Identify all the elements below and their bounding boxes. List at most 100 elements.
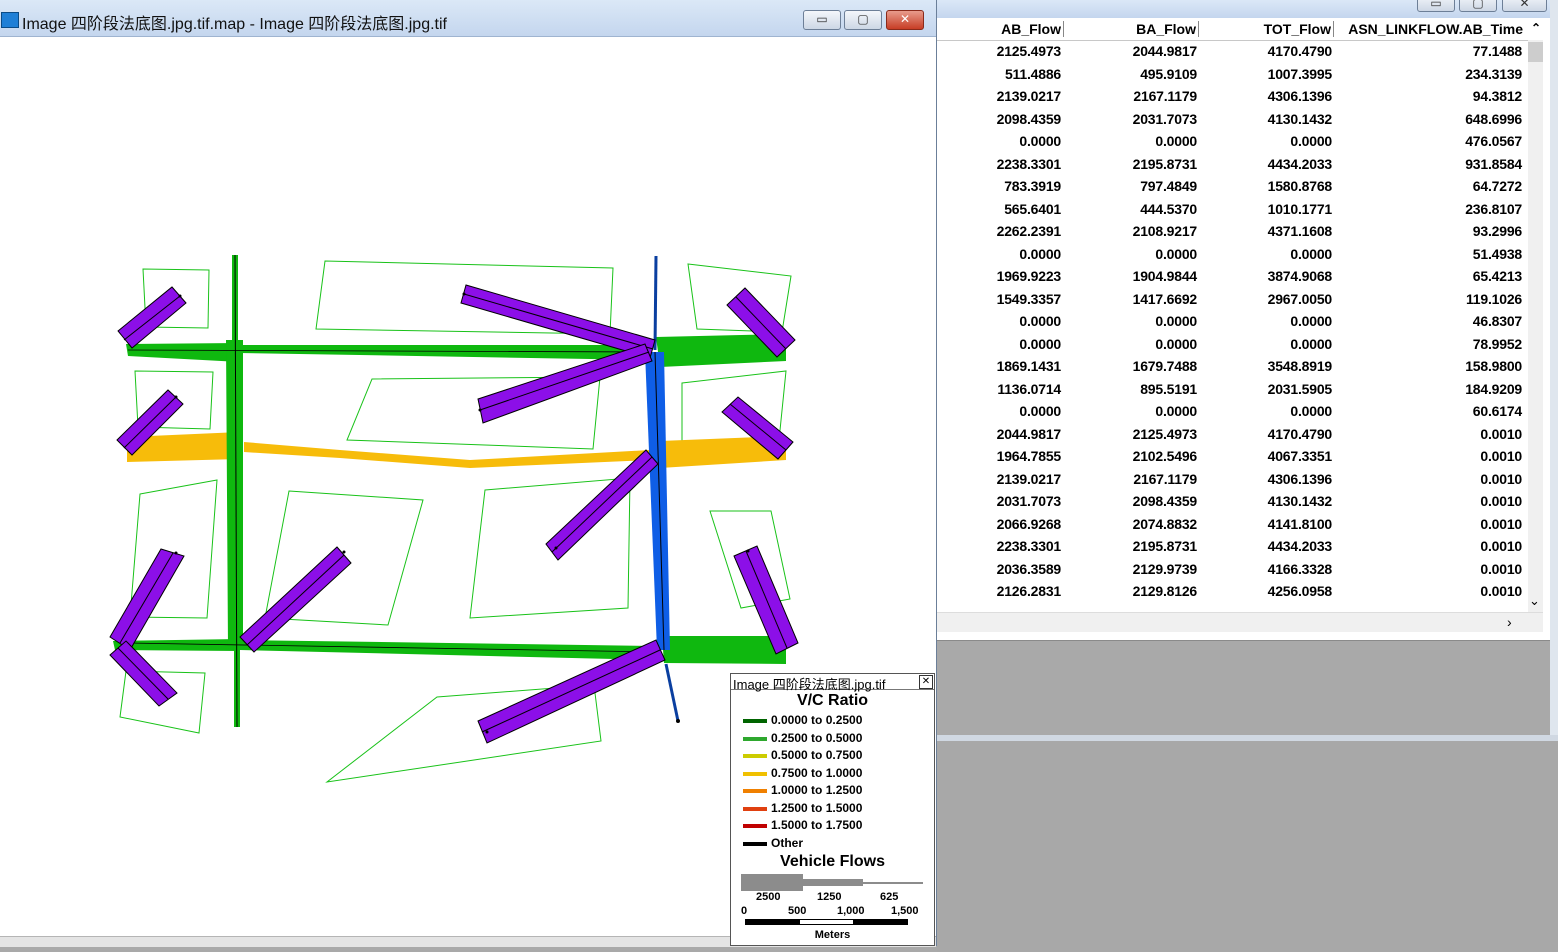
table-cell[interactable]: 931.8584 xyxy=(1402,156,1522,172)
table-cell[interactable]: 2139.0217 xyxy=(941,88,1062,104)
table-row[interactable]: 0.0000 0.0000 0.0000 51.4938 xyxy=(937,244,1543,267)
table-cell[interactable]: 2031.7073 xyxy=(941,493,1062,509)
table-row[interactable]: 2262.2391 2108.9217 4371.1608 93.2996 xyxy=(937,221,1543,244)
table-row[interactable]: 2139.0217 2167.1179 4306.1396 0.0010 xyxy=(937,469,1543,492)
table-cell[interactable]: 2031.7073 xyxy=(1077,111,1198,127)
table-row[interactable]: 2066.9268 2074.8832 4141.8100 0.0010 xyxy=(937,514,1543,537)
column-header[interactable]: ASN_LINKFLOW.AB_Time xyxy=(1335,21,1523,37)
table-row[interactable]: 0.0000 0.0000 0.0000 78.9952 xyxy=(937,334,1543,357)
table-cell[interactable]: 1869.1431 xyxy=(941,358,1062,374)
table-cell[interactable]: 0.0010 xyxy=(1402,516,1522,532)
table-cell[interactable]: 4130.1432 xyxy=(1212,493,1333,509)
scroll-down-icon[interactable]: ⌄ xyxy=(1529,593,1540,609)
table-cell[interactable]: 4166.3328 xyxy=(1212,561,1333,577)
table-cell[interactable]: 0.0010 xyxy=(1402,561,1522,577)
table-cell[interactable]: 565.6401 xyxy=(941,201,1061,217)
table-cell[interactable]: 2036.3589 xyxy=(941,561,1062,577)
table-cell[interactable]: 2098.4359 xyxy=(1077,493,1198,509)
table-cell[interactable]: 2195.8731 xyxy=(1077,156,1198,172)
table-cell[interactable]: 0.0000 xyxy=(1212,403,1332,419)
table-cell[interactable]: 444.5370 xyxy=(1077,201,1197,217)
scrollbar-thumb[interactable] xyxy=(1528,42,1543,62)
legend-titlebar[interactable]: Image 四阶段法底图.jpg.tif ✕ xyxy=(731,674,934,692)
table-cell[interactable]: 0.0000 xyxy=(1077,403,1197,419)
table-row[interactable]: 565.6401 444.5370 1010.1771 236.8107 xyxy=(937,199,1543,222)
table-cell[interactable]: 511.4886 xyxy=(941,66,1061,82)
table-row[interactable]: 1969.9223 1904.9844 3874.9068 65.4213 xyxy=(937,266,1543,289)
road-green[interactable] xyxy=(113,254,786,728)
table-cell[interactable]: 2098.4359 xyxy=(941,111,1062,127)
table-row[interactable]: 1549.3357 1417.6692 2967.0050 119.1026 xyxy=(937,289,1543,312)
table-cell[interactable]: 1549.3357 xyxy=(941,291,1062,307)
table-cell[interactable]: 0.0010 xyxy=(1402,583,1522,599)
vertical-scrollbar[interactable] xyxy=(1528,40,1543,612)
table-cell[interactable]: 0.0000 xyxy=(941,246,1061,262)
scroll-up-icon[interactable]: ⌃ xyxy=(1527,21,1541,35)
table-cell[interactable]: 0.0000 xyxy=(1212,133,1332,149)
table-cell[interactable]: 2238.3301 xyxy=(941,538,1062,554)
table-cell[interactable]: 60.6174 xyxy=(1402,403,1522,419)
table-cell[interactable]: 3548.8919 xyxy=(1212,358,1333,374)
table-cell[interactable]: 2129.8126 xyxy=(1077,583,1198,599)
table-cell[interactable]: 2126.2831 xyxy=(941,583,1062,599)
table-cell[interactable]: 1007.3995 xyxy=(1212,66,1333,82)
table-cell[interactable]: 476.0567 xyxy=(1402,133,1522,149)
table-cell[interactable]: 236.8107 xyxy=(1402,201,1522,217)
table-row[interactable]: 783.3919 797.4849 1580.8768 64.7272 xyxy=(937,176,1543,199)
table-cell[interactable]: 4434.2033 xyxy=(1212,538,1333,554)
table-cell[interactable]: 94.3812 xyxy=(1402,88,1522,104)
table-cell[interactable]: 0.0000 xyxy=(1077,246,1197,262)
table-row[interactable]: 1136.0714 895.5191 2031.5905 184.9209 xyxy=(937,379,1543,402)
table-cell[interactable]: 77.1488 xyxy=(1402,43,1522,59)
table-cell[interactable]: 2238.3301 xyxy=(941,156,1062,172)
table-cell[interactable]: 0.0000 xyxy=(1077,313,1197,329)
table-cell[interactable]: 0.0000 xyxy=(1077,133,1197,149)
table-cell[interactable]: 1964.7855 xyxy=(941,448,1062,464)
table-cell[interactable]: 234.3139 xyxy=(1402,66,1522,82)
table-cell[interactable]: 2066.9268 xyxy=(941,516,1062,532)
table-cell[interactable]: 0.0000 xyxy=(941,133,1061,149)
table-row[interactable]: 2139.0217 2167.1179 4306.1396 94.3812 xyxy=(937,86,1543,109)
horizontal-scrollbar[interactable]: › xyxy=(937,612,1543,633)
minimize-button[interactable]: ▭ xyxy=(803,10,841,30)
table-cell[interactable]: 2108.9217 xyxy=(1077,223,1198,239)
column-header[interactable]: AB_Flow xyxy=(937,21,1064,37)
table-cell[interactable]: 0.0010 xyxy=(1402,448,1522,464)
table-cell[interactable]: 648.6996 xyxy=(1402,111,1522,127)
close-button[interactable]: ✕ xyxy=(886,10,924,30)
table-cell[interactable]: 2102.5496 xyxy=(1077,448,1198,464)
maximize-button[interactable]: ▢ xyxy=(844,10,882,30)
table-cell[interactable]: 1904.9844 xyxy=(1077,268,1198,284)
table-cell[interactable]: 184.9209 xyxy=(1402,381,1522,397)
table-cell[interactable]: 797.4849 xyxy=(1077,178,1197,194)
table-cell[interactable]: 78.9952 xyxy=(1402,336,1522,352)
legend-window[interactable]: Image 四阶段法底图.jpg.tif ✕ V/C Ratio 0.0000 … xyxy=(730,673,935,946)
table-cell[interactable]: 0.0000 xyxy=(941,313,1061,329)
table-cell[interactable]: 1010.1771 xyxy=(1212,201,1333,217)
legend-close-icon[interactable]: ✕ xyxy=(919,675,933,689)
table-cell[interactable]: 4306.1396 xyxy=(1212,471,1333,487)
table-row[interactable]: 2238.3301 2195.8731 4434.2033 0.0010 xyxy=(937,536,1543,559)
table-cell[interactable]: 4170.4790 xyxy=(1212,43,1333,59)
table-cell[interactable]: 0.0010 xyxy=(1402,538,1522,554)
table-row[interactable]: 1869.1431 1679.7488 3548.8919 158.9800 xyxy=(937,356,1543,379)
table-cell[interactable]: 2967.0050 xyxy=(1212,291,1333,307)
table-cell[interactable]: 2074.8832 xyxy=(1077,516,1198,532)
table-cell[interactable]: 4067.3351 xyxy=(1212,448,1333,464)
table-cell[interactable]: 51.4938 xyxy=(1402,246,1522,262)
table-cell[interactable]: 4306.1396 xyxy=(1212,88,1333,104)
dataview-close-button[interactable]: ✕ xyxy=(1502,0,1547,12)
table-cell[interactable]: 46.8307 xyxy=(1402,313,1522,329)
table-cell[interactable]: 1679.7488 xyxy=(1077,358,1198,374)
dataview-titlebar[interactable]: ▭ ▢ ✕ xyxy=(937,0,1558,18)
table-cell[interactable]: 4170.4790 xyxy=(1212,426,1333,442)
table-cell[interactable]: 0.0000 xyxy=(1212,313,1332,329)
dataview-maximize-button[interactable]: ▢ xyxy=(1459,0,1497,12)
app-icon[interactable] xyxy=(1,12,19,28)
table-cell[interactable]: 0.0000 xyxy=(941,403,1061,419)
table-cell[interactable]: 0.0010 xyxy=(1402,471,1522,487)
table-row[interactable]: 0.0000 0.0000 0.0000 46.8307 xyxy=(937,311,1543,334)
table-cell[interactable]: 2139.0217 xyxy=(941,471,1062,487)
table-row[interactable]: 2098.4359 2031.7073 4130.1432 648.6996 xyxy=(937,109,1543,132)
table-cell[interactable]: 2129.9739 xyxy=(1077,561,1198,577)
